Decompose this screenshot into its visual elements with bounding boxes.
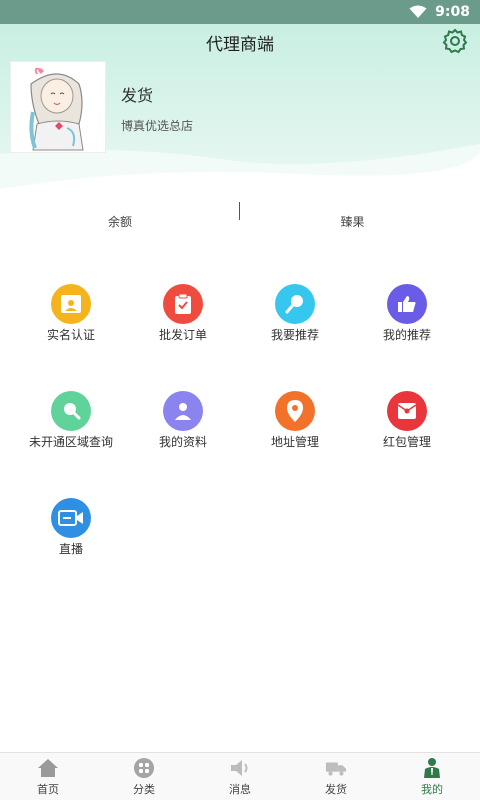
tab-label: 发货: [325, 782, 347, 796]
grid-label: 我的资料: [158, 435, 207, 449]
tab-label: 消息: [229, 782, 251, 796]
balance-label: 余额: [107, 215, 132, 229]
grid-item-my-recommend[interactable]: 我的推荐: [351, 284, 463, 343]
grid-label: 我要推荐: [270, 328, 319, 342]
tab-category[interactable]: 分类: [96, 753, 192, 800]
tab-label: 我的: [421, 782, 443, 796]
clock: 9:08: [435, 4, 470, 20]
user-icon: [163, 391, 203, 431]
category-icon: [133, 757, 155, 779]
page-title: 代理商端: [206, 35, 274, 55]
gear-icon[interactable]: [442, 28, 468, 54]
thumbs-up-icon: [387, 284, 427, 324]
tab-mine[interactable]: 我的: [384, 753, 480, 800]
tab-home[interactable]: 首页: [0, 753, 96, 800]
wifi-icon: [409, 5, 427, 18]
id-card-icon: [51, 284, 91, 324]
grid-item-wholesale-orders[interactable]: 批发订单: [127, 284, 239, 343]
zhenguo-stat[interactable]: 臻果: [240, 213, 465, 230]
red-envelope-icon: [387, 391, 427, 431]
grid-item-address[interactable]: 地址管理: [239, 391, 351, 450]
zhenguo-label: 臻果: [340, 215, 365, 229]
grid-item-red-packet[interactable]: 红包管理: [351, 391, 463, 450]
grid-label: 批发订单: [158, 328, 207, 342]
grid-label: 我的推荐: [382, 328, 431, 342]
profile-icon: [421, 757, 443, 779]
grid-item-live[interactable]: 直播: [15, 498, 127, 557]
grid-item-my-profile[interactable]: 我的资料: [127, 391, 239, 450]
avatar-illustration: [29, 67, 84, 151]
order-clipboard-icon: [163, 284, 203, 324]
grid-label: 实名认证: [46, 328, 95, 342]
grid-item-real-name-verify[interactable]: 实名认证: [15, 284, 127, 343]
grid-label: 地址管理: [270, 435, 319, 449]
store-name: 博真优选总店: [121, 119, 194, 133]
avatar[interactable]: [10, 61, 106, 153]
location-pin-icon: [275, 391, 315, 431]
tab-ship[interactable]: 发货: [288, 753, 384, 800]
tab-label: 首页: [37, 782, 59, 796]
grid-label: 直播: [58, 542, 83, 556]
grid-item-region-query[interactable]: 未开通区域查询: [15, 391, 127, 450]
grid-label: 未开通区域查询: [28, 435, 113, 449]
tab-label: 分类: [133, 782, 155, 796]
grid-label: 红包管理: [382, 435, 431, 449]
search-key-icon: [275, 284, 315, 324]
status-bar: 9:08: [0, 0, 480, 24]
speaker-icon: [229, 757, 251, 779]
profile-name: 发货: [121, 86, 154, 105]
grid-item-recommend[interactable]: 我要推荐: [239, 284, 351, 343]
tab-messages[interactable]: 消息: [192, 753, 288, 800]
bottom-tab-bar: 首页 分类 消息 发货 我的: [0, 752, 480, 800]
video-camera-icon: [51, 498, 91, 538]
search-icon: [51, 391, 91, 431]
balance-stat[interactable]: 余额: [0, 213, 240, 230]
truck-icon: [325, 757, 347, 779]
home-icon: [37, 757, 59, 779]
